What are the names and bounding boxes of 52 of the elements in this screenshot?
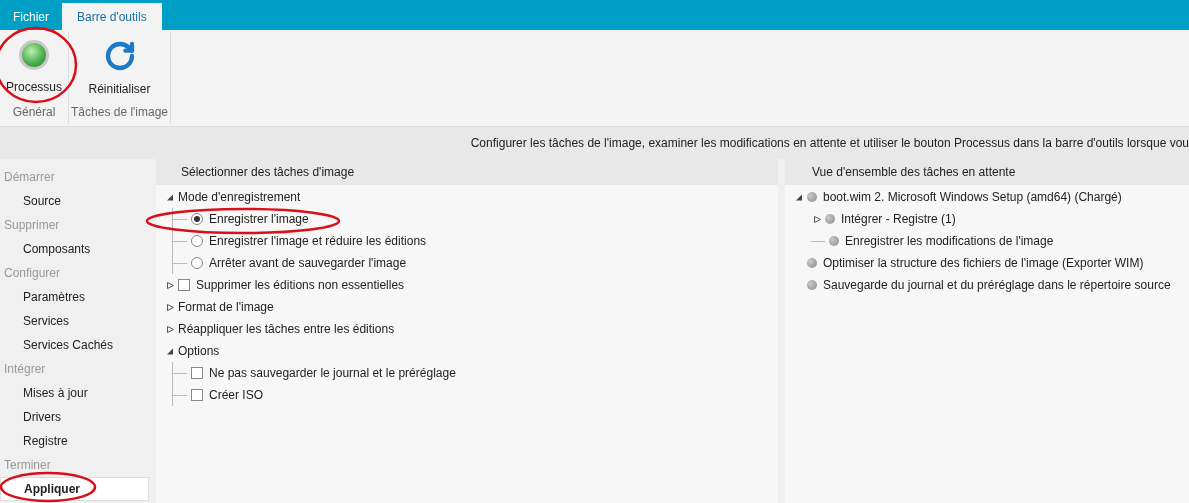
checkbox[interactable] [191, 367, 203, 379]
sidebar-item[interactable]: Services [0, 309, 149, 333]
info-text: Configurer les tâches de l'image, examiner les modifications en attente et utiliser le bouton Processus dans la barre d'outils lorsque vou [470, 135, 1189, 152]
task-label[interactable]: Enregistrer l'image [209, 210, 309, 228]
pending-task-label[interactable]: Enregistrer les modifications de l'image [845, 232, 1054, 250]
ribbon-button[interactable]: Processus [2, 32, 67, 98]
radio-button[interactable] [191, 257, 203, 269]
collapsed-arrow-icon[interactable] [167, 281, 174, 289]
sidebar-header: Supprimer [3, 217, 61, 234]
checkbox[interactable] [178, 279, 190, 291]
collapsed-arrow-icon[interactable] [167, 325, 174, 333]
radio-button[interactable] [191, 235, 203, 247]
task-label[interactable]: Mode d'enregistrement [178, 188, 301, 206]
status-light-icon [19, 40, 49, 70]
task-label[interactable]: Créer ISO [209, 386, 263, 404]
refresh-icon [103, 40, 136, 72]
sidebar-header: Terminer [3, 457, 52, 474]
ribbon-button[interactable]: Réinitialiser [84, 32, 155, 98]
task-label[interactable]: Enregistrer l'image et réduire les éditions [209, 232, 427, 250]
menu-tab[interactable]: Barre d'outils [62, 3, 162, 30]
sidebar-header: Démarrer [3, 169, 56, 186]
sidebar-item[interactable]: Mises à jour [0, 381, 149, 405]
radio-button[interactable] [191, 213, 203, 225]
task-label[interactable]: Options [178, 342, 220, 360]
panel-header: Sélectionner des tâches d'image [156, 159, 778, 185]
task-label[interactable]: Arrêter avant de sauvegarder l'image [209, 254, 407, 272]
panel-header: Vue d'ensemble des tâches en attente [785, 159, 1189, 185]
sidebar-header: Configurer [3, 265, 62, 282]
collapsed-arrow-icon[interactable] [167, 303, 174, 311]
sidebar-item[interactable]: Appliquer [0, 477, 149, 501]
sidebar-header: Intégrer [3, 361, 47, 378]
expanded-arrow-icon[interactable] [167, 193, 174, 201]
sidebar-item[interactable]: Services Cachés [0, 333, 149, 357]
pending-task-label[interactable]: Sauvegarde du journal et du préréglage dans le répertoire source [823, 276, 1171, 294]
expanded-arrow-icon[interactable] [167, 347, 174, 355]
collapsed-arrow-icon[interactable] [814, 215, 821, 223]
sidebar-item[interactable]: Drivers [0, 405, 149, 429]
expanded-arrow-icon[interactable] [796, 193, 803, 201]
pending-task-label[interactable]: Intégrer - Registre (1) [841, 210, 956, 228]
ribbon-group-label: Tâches de l'image [71, 104, 169, 121]
sidebar-item[interactable]: Composants [0, 237, 149, 261]
sidebar-item[interactable]: Source [0, 189, 149, 213]
task-label[interactable]: Ne pas sauvegarder le journal et le préréglage [209, 364, 456, 382]
sidebar-item[interactable]: Registre [0, 429, 149, 453]
task-label[interactable]: Format de l'image [178, 298, 274, 316]
ribbon-group-label: Général [12, 104, 56, 121]
task-label[interactable]: Réappliquer les tâches entre les éditions [178, 320, 395, 338]
sidebar-item[interactable]: Paramètres [0, 285, 149, 309]
pending-task-label[interactable]: boot.wim 2. Microsoft Windows Setup (amd64) (Chargé) [823, 188, 1122, 206]
task-label[interactable]: Supprimer les éditions non essentielles [196, 276, 405, 294]
checkbox[interactable] [191, 389, 203, 401]
pending-task-label[interactable]: Optimiser la structure des fichiers de l'image (Exporter WIM) [823, 254, 1144, 272]
